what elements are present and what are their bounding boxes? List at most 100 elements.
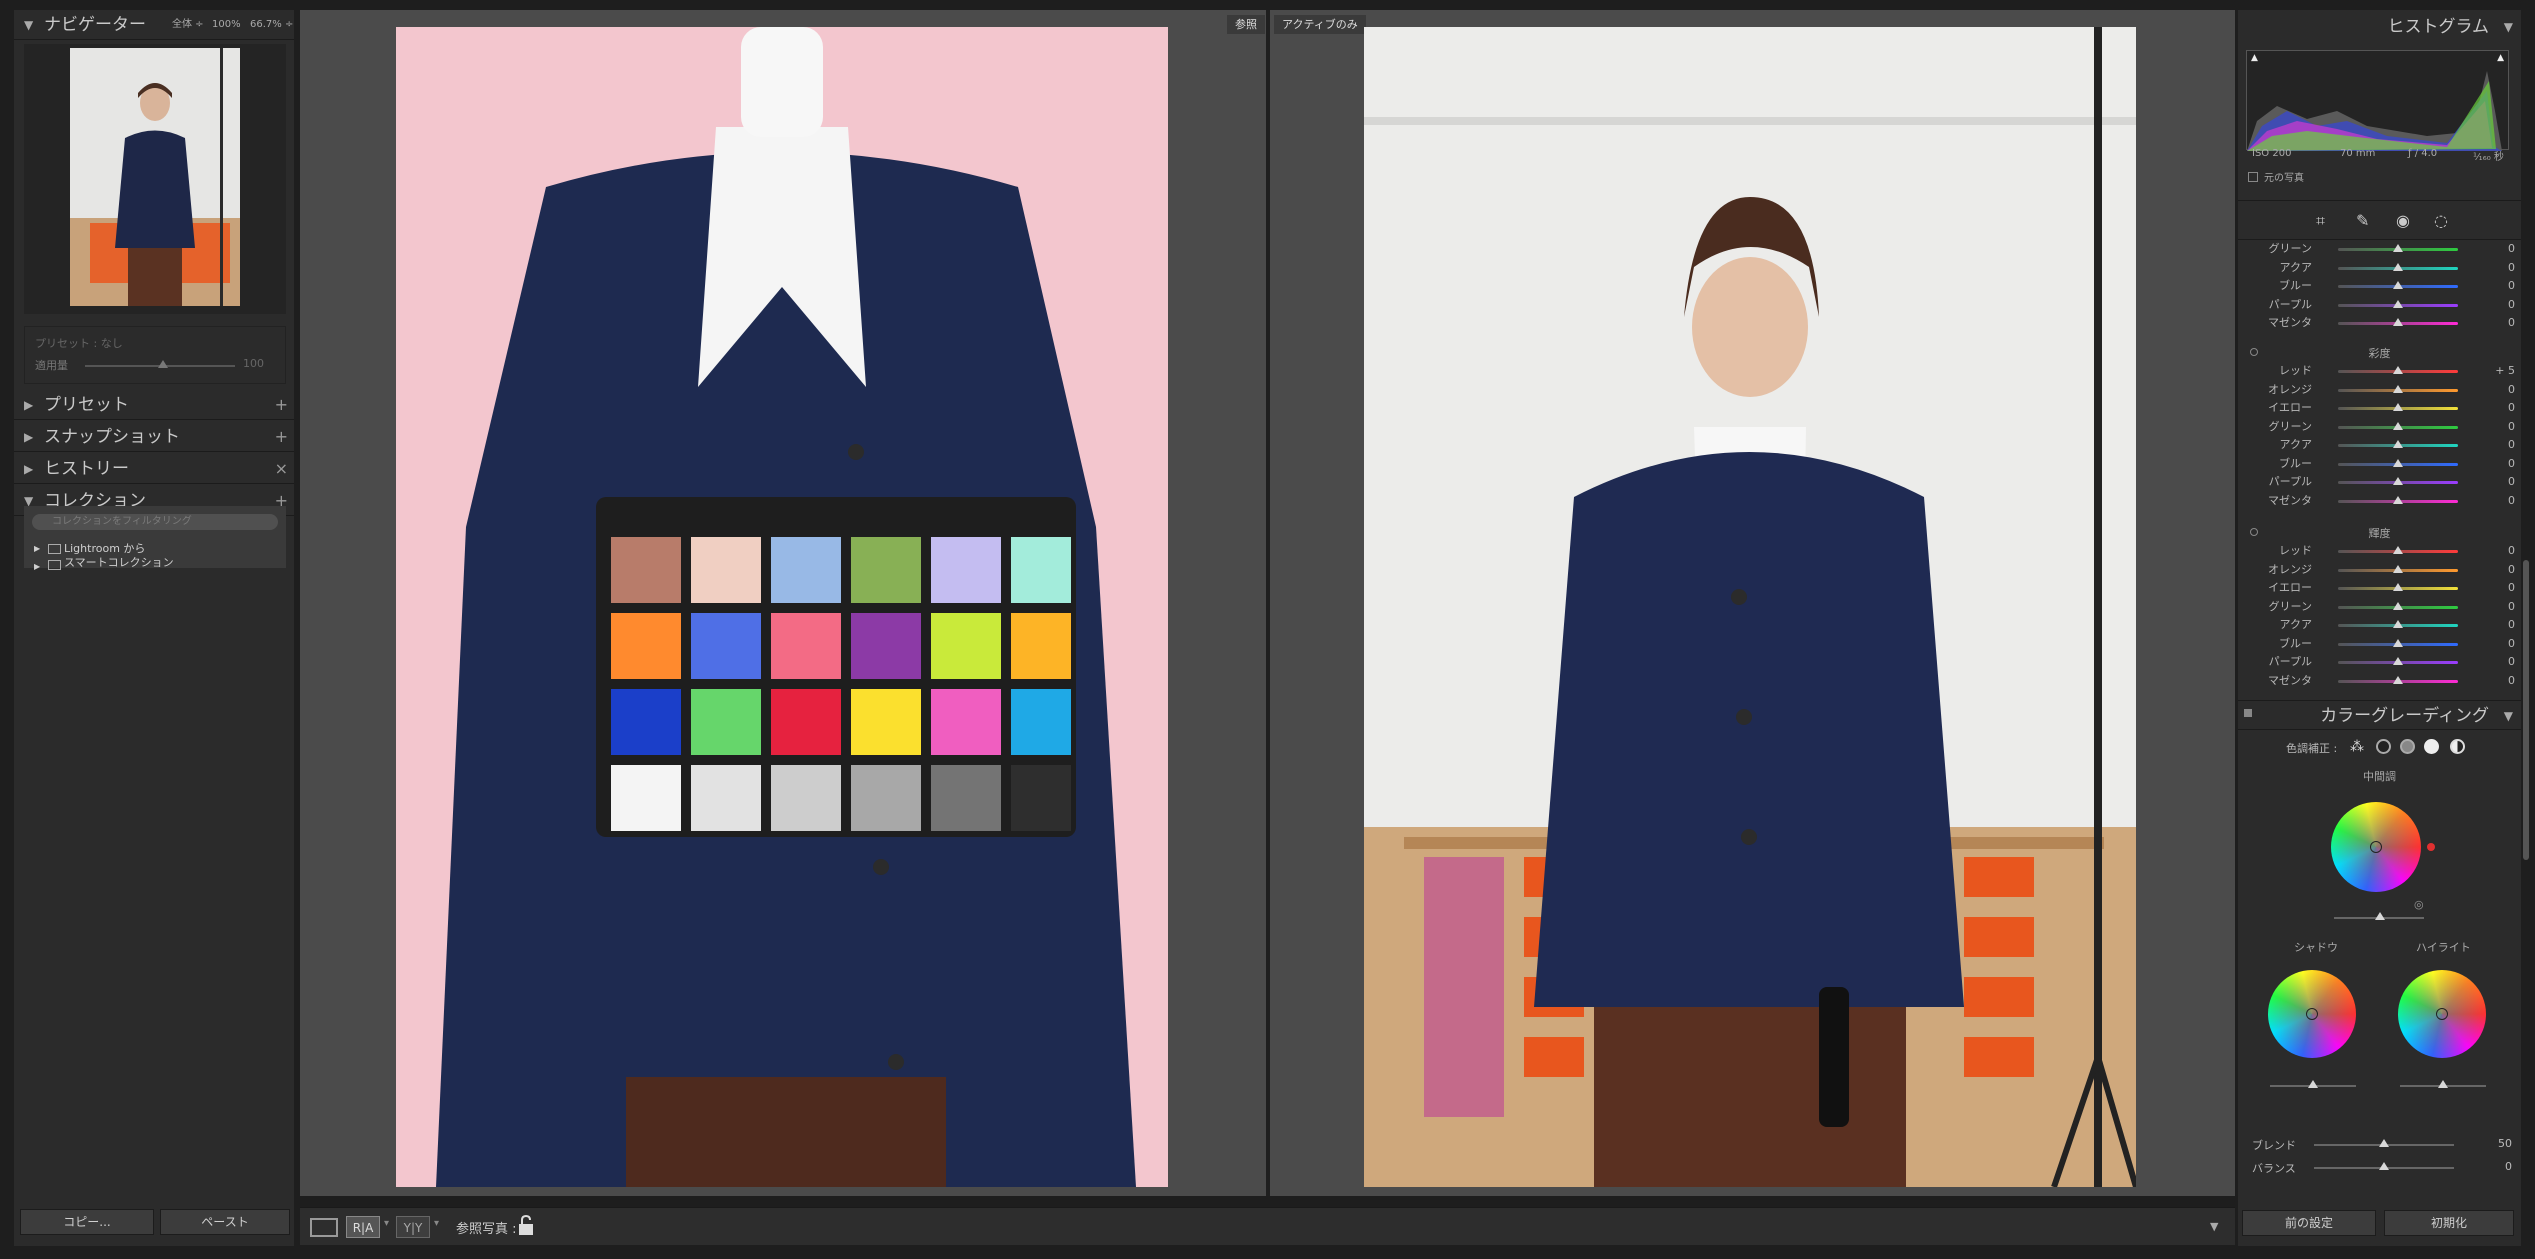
hsl-slider-knob[interactable] <box>2393 403 2403 411</box>
navigator-thumbnail[interactable] <box>70 48 240 306</box>
three-way-view-icon[interactable]: ⁂ <box>2350 739 2366 755</box>
midtones-hue-handle[interactable] <box>2427 843 2435 851</box>
balance-slider-knob[interactable] <box>2379 1162 2389 1170</box>
right-panel-scrollbar[interactable] <box>2523 560 2529 860</box>
collection-filter-input[interactable]: コレクションをフィルタリング <box>32 514 278 530</box>
navigator-header[interactable]: ▼ ナビゲーター 全体 ÷ 100% 66.7% ÷ <box>14 10 294 40</box>
before-after-view-button[interactable]: Y|Y <box>396 1216 430 1238</box>
zoom-100-option[interactable]: 100% <box>212 10 241 40</box>
hsl-slider-row[interactable]: マゼンタ 0 <box>2238 492 2521 510</box>
hsl-slider-value[interactable]: 0 <box>2475 473 2515 491</box>
hsl-slider-value[interactable]: 0 <box>2475 635 2515 653</box>
hsl-slider-knob[interactable] <box>2393 440 2403 448</box>
hsl-slider-row[interactable]: マゼンタ 0 <box>2238 314 2521 332</box>
hsl-slider-row[interactable]: グリーン 0 <box>2238 598 2521 616</box>
hsl-slider-value[interactable]: 0 <box>2475 455 2515 473</box>
hsl-slider-row[interactable]: ブルー 0 <box>2238 455 2521 473</box>
loupe-view-icon[interactable] <box>310 1218 338 1237</box>
hsl-slider-row[interactable]: オレンジ 0 <box>2238 561 2521 579</box>
hsl-slider-knob[interactable] <box>2393 638 2403 647</box>
midtones-view-icon[interactable] <box>2400 739 2415 754</box>
hsl-slider-value[interactable]: 0 <box>2475 240 2515 258</box>
hsl-slider-row[interactable]: グリーン 0 <box>2238 418 2521 436</box>
shadow-clipping-icon[interactable]: ▲ <box>2251 53 2258 63</box>
hsl-slider-knob[interactable] <box>2393 384 2403 393</box>
global-view-icon[interactable] <box>2450 739 2465 754</box>
hsl-slider-knob[interactable] <box>2393 477 2403 485</box>
color-grading-header[interactable]: カラーグレーディング ▼ <box>2238 700 2521 730</box>
hsl-slider-value[interactable]: 0 <box>2475 259 2515 277</box>
toolbar-menu-arrow-icon[interactable]: ▼ <box>2210 1220 2218 1233</box>
hsl-slider-knob[interactable] <box>2393 299 2403 308</box>
hsl-slider-value[interactable]: 0 <box>2475 314 2515 332</box>
histogram-graph[interactable]: ▲ ▲ <box>2246 50 2509 151</box>
hsl-slider-row[interactable]: レッド 0 <box>2238 542 2521 560</box>
hsl-slider-knob[interactable] <box>2393 601 2403 610</box>
hsl-slider-value[interactable]: 0 <box>2475 653 2515 671</box>
hsl-slider-row[interactable]: イエロー 0 <box>2238 579 2521 597</box>
hsl-slider-value[interactable]: 0 <box>2475 492 2515 510</box>
hsl-slider-value[interactable]: + 5 <box>2475 362 2515 380</box>
hsl-slider-value[interactable]: 0 <box>2475 672 2515 690</box>
hsl-slider-row[interactable]: アクア 0 <box>2238 259 2521 277</box>
close-icon[interactable]: × <box>275 454 288 484</box>
hsl-slider-knob[interactable] <box>2393 318 2403 326</box>
hsl-slider-row[interactable]: レッド + 5 <box>2238 362 2521 380</box>
hsl-slider-row[interactable]: ブルー 0 <box>2238 277 2521 295</box>
hsl-slider-row[interactable]: アクア 0 <box>2238 616 2521 634</box>
hsl-slider-row[interactable]: マゼンタ 0 <box>2238 672 2521 690</box>
hsl-slider-knob[interactable] <box>2393 657 2403 665</box>
zoom-fit-option[interactable]: 全体 ÷ <box>172 10 204 40</box>
hsl-slider-value[interactable]: 0 <box>2475 436 2515 454</box>
hsl-slider-row[interactable]: パープル 0 <box>2238 653 2521 671</box>
hsl-slider-knob[interactable] <box>2393 281 2403 289</box>
reset-button[interactable]: 初期化 <box>2384 1210 2514 1236</box>
hsl-slider-value[interactable]: 0 <box>2475 296 2515 314</box>
hsl-slider-value[interactable]: 0 <box>2475 598 2515 616</box>
hsl-slider-value[interactable]: 0 <box>2475 399 2515 417</box>
hsl-slider-knob[interactable] <box>2393 262 2403 271</box>
snapshots-header[interactable]: ▶ スナップショット + <box>14 422 294 452</box>
plus-icon[interactable]: + <box>275 390 288 420</box>
copy-button[interactable]: コピー... <box>20 1209 154 1235</box>
crop-icon[interactable]: ⌗ <box>2316 211 2325 231</box>
reference-active-view-button[interactable]: R|A <box>346 1216 380 1238</box>
hsl-slider-knob[interactable] <box>2393 564 2403 573</box>
highlights-color-wheel[interactable] <box>2398 970 2486 1058</box>
hsl-slider-row[interactable]: グリーン 0 <box>2238 240 2521 258</box>
hsl-slider-row[interactable]: パープル 0 <box>2238 296 2521 314</box>
history-header[interactable]: ▶ ヒストリー × <box>14 454 294 484</box>
amount-slider-knob[interactable] <box>158 360 168 368</box>
healing-icon[interactable]: ✎ <box>2356 211 2369 230</box>
histogram-header[interactable]: ヒストグラム ▼ <box>2238 12 2521 42</box>
eye-icon[interactable]: ◎ <box>2414 898 2424 911</box>
hsl-slider-value[interactable]: 0 <box>2475 277 2515 295</box>
zoom-custom-option[interactable]: 66.7% ÷ <box>250 10 293 40</box>
hsl-slider-row[interactable]: ブルー 0 <box>2238 635 2521 653</box>
midtones-color-wheel[interactable] <box>2331 802 2421 892</box>
highlight-clipping-icon[interactable]: ▲ <box>2497 53 2504 63</box>
hsl-slider-knob[interactable] <box>2393 495 2403 504</box>
hsl-slider-row[interactable]: アクア 0 <box>2238 436 2521 454</box>
hsl-slider-row[interactable]: オレンジ 0 <box>2238 381 2521 399</box>
hsl-slider-knob[interactable] <box>2393 421 2403 430</box>
shadows-view-icon[interactable] <box>2376 739 2391 754</box>
shadows-color-wheel[interactable] <box>2268 970 2356 1058</box>
blend-value[interactable]: 50 <box>2478 1137 2512 1150</box>
highlights-view-icon[interactable] <box>2424 739 2439 754</box>
panel-toggle-icon[interactable] <box>2244 709 2252 717</box>
hsl-slider-value[interactable]: 0 <box>2475 579 2515 597</box>
hsl-slider-knob[interactable] <box>2393 458 2403 467</box>
hsl-slider-knob[interactable] <box>2393 366 2403 374</box>
original-photo-checkbox[interactable] <box>2248 172 2258 182</box>
plus-icon[interactable]: + <box>275 422 288 452</box>
hsl-slider-value[interactable]: 0 <box>2475 561 2515 579</box>
highlights-luminance-knob[interactable] <box>2438 1080 2448 1088</box>
hsl-slider-value[interactable]: 0 <box>2475 542 2515 560</box>
previous-settings-button[interactable]: 前の設定 <box>2242 1210 2376 1236</box>
balance-value[interactable]: 0 <box>2478 1160 2512 1173</box>
blend-slider-knob[interactable] <box>2379 1139 2389 1147</box>
unlock-icon[interactable] <box>518 1214 534 1236</box>
hsl-slider-value[interactable]: 0 <box>2475 418 2515 436</box>
masking-icon[interactable]: ◌ <box>2434 211 2448 230</box>
